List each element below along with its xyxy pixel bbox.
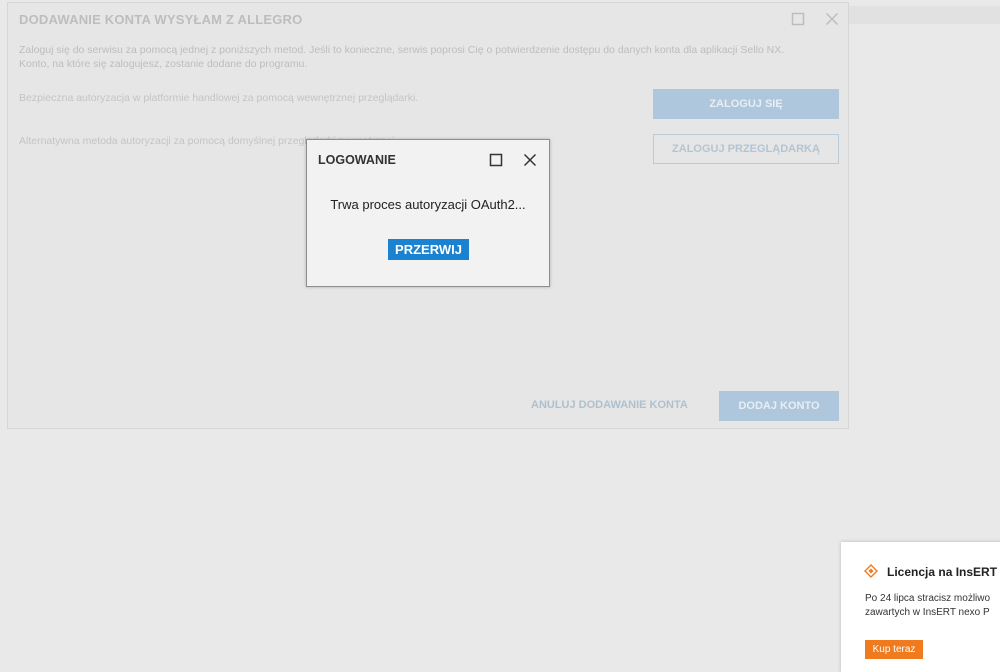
login-dialog-title: LOGOWANIE <box>318 153 396 167</box>
buy-now-button[interactable]: Kup teraz <box>865 640 923 659</box>
license-notification-body: Po 24 lipca stracisz możliwo zawartych w… <box>865 592 990 620</box>
internal-browser-option-text: Bezpieczna autoryzacja w platformie hand… <box>19 92 419 104</box>
cancel-add-account-link[interactable]: ANULUJ DODAWANIE KONTA <box>531 399 688 411</box>
description-line: Konto, na które się zalogujesz, zostanie… <box>19 58 308 70</box>
dialog-title: DODAWANIE KONTA WYSYŁAM Z ALLEGRO <box>19 12 303 27</box>
license-notification-title: Licencja na InsERT <box>887 565 998 579</box>
close-icon[interactable] <box>823 10 841 28</box>
background-window-strip <box>849 6 1000 24</box>
authorization-status-message: Trwa proces autoryzacji OAuth2... <box>330 197 526 212</box>
maximize-icon[interactable] <box>789 10 807 28</box>
add-account-button[interactable]: DODAJ KONTO <box>719 391 839 421</box>
close-icon[interactable] <box>521 151 539 169</box>
maximize-icon[interactable] <box>487 151 505 169</box>
login-external-browser-button[interactable]: ZALOGUJ PRZEGLĄDARKĄ <box>653 134 839 164</box>
diamond-warning-icon <box>864 564 878 578</box>
dialog-description: Zaloguj się do serwisu za pomocą jednej … <box>19 43 849 71</box>
notification-line: Po 24 lipca stracisz możliwo <box>865 593 991 604</box>
abort-button[interactable]: PRZERWIJ <box>388 239 469 260</box>
login-button[interactable]: ZALOGUJ SIĘ <box>653 89 839 119</box>
login-dialog: LOGOWANIE Trwa proces autoryzacji OAuth2… <box>306 139 550 287</box>
license-notification: Licencja na InsERT Po 24 lipca stracisz … <box>841 542 1000 672</box>
description-line: Zaloguj się do serwisu za pomocą jednej … <box>19 44 785 56</box>
notification-line: zawartych w InsERT nexo P <box>865 607 990 618</box>
